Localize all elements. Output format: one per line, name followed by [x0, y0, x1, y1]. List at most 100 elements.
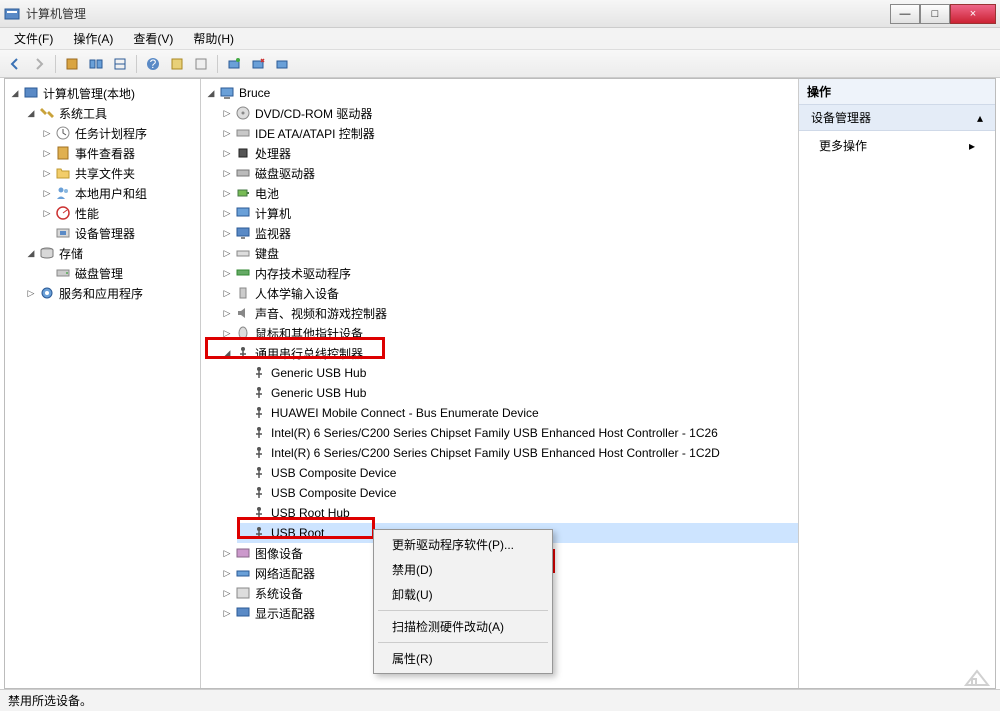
expand-icon[interactable]: ▷ — [221, 227, 233, 239]
back-button[interactable] — [4, 53, 26, 75]
device-category-disk-drives[interactable]: ▷磁盘驱动器 — [221, 163, 798, 183]
tree-shared-folders[interactable]: ▷共享文件夹 — [41, 163, 200, 183]
usb-device-item[interactable]: ▷Generic USB Hub — [237, 363, 798, 383]
toolbar-icon-7[interactable] — [271, 53, 293, 75]
device-tree[interactable]: ◢ Bruce ▷DVD/CD-ROM 驱动器▷IDE ATA/ATAPI 控制… — [201, 79, 799, 688]
device-category-hid[interactable]: ▷ 人体学输入设备 — [221, 283, 798, 303]
expand-icon[interactable]: ▷ — [41, 147, 53, 159]
expand-icon[interactable]: ▷ — [221, 327, 233, 339]
menu-view[interactable]: 查看(V) — [125, 28, 181, 49]
usb-device-item[interactable]: ▷HUAWEI Mobile Connect - Bus Enumerate D… — [237, 403, 798, 423]
ctx-update-driver[interactable]: 更新驱动程序软件(P)... — [376, 532, 550, 557]
usb-device-item[interactable]: ▷Generic USB Hub — [237, 383, 798, 403]
ctx-disable[interactable]: 禁用(D) — [376, 557, 550, 582]
tree-label: IDE ATA/ATAPI 控制器 — [255, 125, 375, 142]
tree-device-manager[interactable]: ▷设备管理器 — [41, 223, 200, 243]
expand-icon[interactable]: ▷ — [221, 147, 233, 159]
expand-icon[interactable]: ▷ — [221, 287, 233, 299]
help-button[interactable]: ? — [142, 53, 164, 75]
expand-icon[interactable]: ▷ — [221, 267, 233, 279]
ctx-properties[interactable]: 属性(R) — [376, 646, 550, 671]
usb-device-item[interactable]: ▷USB Composite Device — [237, 483, 798, 503]
ctx-scan-hardware[interactable]: 扫描检测硬件改动(A) — [376, 614, 550, 639]
expand-icon[interactable]: ▷ — [25, 287, 37, 299]
expand-icon[interactable]: ▷ — [221, 187, 233, 199]
tree-local-users[interactable]: ▷本地用户和组 — [41, 183, 200, 203]
device-root[interactable]: ◢ Bruce — [205, 83, 798, 103]
device-category-battery[interactable]: ▷电池 — [221, 183, 798, 203]
expand-icon[interactable]: ◢ — [221, 347, 233, 359]
expand-icon[interactable]: ▷ — [221, 167, 233, 179]
menu-file[interactable]: 文件(F) — [6, 28, 61, 49]
toolbar-icon-5[interactable] — [190, 53, 212, 75]
device-category-monitor[interactable]: ▷监视器 — [221, 223, 798, 243]
tree-performance[interactable]: ▷性能 — [41, 203, 200, 223]
expand-icon[interactable]: ▷ — [221, 107, 233, 119]
expand-icon[interactable]: ▷ — [221, 307, 233, 319]
device-category-computer[interactable]: ▷计算机 — [221, 203, 798, 223]
expand-icon[interactable]: ▷ — [41, 127, 53, 139]
tree-label: 人体学输入设备 — [255, 285, 339, 302]
expand-icon[interactable]: ▷ — [221, 607, 233, 619]
device-category-memory[interactable]: ▷ 内存技术驱动程序 — [221, 263, 798, 283]
chevron-right-icon: ▸ — [969, 139, 975, 153]
tree-system-tools[interactable]: ◢ 系统工具 — [25, 103, 200, 123]
tree-task-scheduler[interactable]: ▷任务计划程序 — [41, 123, 200, 143]
expand-icon[interactable]: ◢ — [25, 107, 37, 119]
collapse-icon[interactable]: ▴ — [977, 111, 983, 125]
expand-icon[interactable]: ▷ — [41, 207, 53, 219]
device-category-usb-controllers[interactable]: ◢通用串行总线控制器 — [221, 343, 798, 363]
toolbar-icon-4[interactable] — [166, 53, 188, 75]
tree-label: Generic USB Hub — [271, 366, 366, 380]
device-category-cpu[interactable]: ▷处理器 — [221, 143, 798, 163]
expand-icon[interactable]: ▷ — [221, 567, 233, 579]
expand-icon[interactable]: ▷ — [221, 587, 233, 599]
ctx-uninstall[interactable]: 卸载(U) — [376, 582, 550, 607]
device-category-dvd[interactable]: ▷DVD/CD-ROM 驱动器 — [221, 103, 798, 123]
tree-root[interactable]: ◢ 计算机管理(本地) — [9, 83, 200, 103]
svg-text:?: ? — [150, 57, 157, 71]
tree-event-viewer[interactable]: ▷事件查看器 — [41, 143, 200, 163]
tree-storage[interactable]: ◢ 存储 — [25, 243, 200, 263]
usb-device-item[interactable]: ▷Intel(R) 6 Series/C200 Series Chipset F… — [237, 443, 798, 463]
toolbar-icon-1[interactable] — [61, 53, 83, 75]
usb-device-icon — [251, 365, 267, 381]
left-navigation-tree[interactable]: ◢ 计算机管理(本地) ◢ 系统工具 ▷任务计划程序 ▷事件查看器 — [5, 79, 201, 688]
expand-icon[interactable]: ▷ — [221, 547, 233, 559]
tree-services-apps[interactable]: ▷服务和应用程序 — [25, 283, 200, 303]
expand-icon[interactable]: ◢ — [9, 87, 21, 99]
device-category-ide[interactable]: ▷ IDE ATA/ATAPI 控制器 — [221, 123, 798, 143]
toolbar-icon-6[interactable] — [247, 53, 269, 75]
more-actions[interactable]: 更多操作 ▸ — [799, 131, 995, 160]
expand-icon[interactable]: ◢ — [205, 87, 217, 99]
usb-device-item[interactable]: ▷USB Root Hub — [237, 503, 798, 523]
usb-device-item[interactable]: ▷USB Composite Device — [237, 463, 798, 483]
close-button[interactable]: × — [950, 4, 996, 24]
menu-action[interactable]: 操作(A) — [65, 28, 121, 49]
expand-icon[interactable]: ▷ — [41, 167, 53, 179]
tree-label: 内存技术驱动程序 — [255, 265, 351, 282]
expand-icon[interactable]: ▷ — [221, 207, 233, 219]
expand-icon[interactable]: ▷ — [221, 127, 233, 139]
toolbar-icon-2[interactable] — [85, 53, 107, 75]
tree-disk-management[interactable]: ▷磁盘管理 — [41, 263, 200, 283]
usb-device-item[interactable]: ▷Intel(R) 6 Series/C200 Series Chipset F… — [237, 423, 798, 443]
keyboard-icon — [235, 245, 251, 261]
device-category-mouse[interactable]: ▷鼠标和其他指针设备 — [221, 323, 798, 343]
device-manager-icon — [55, 225, 71, 241]
actions-panel: 操作 设备管理器 ▴ 更多操作 ▸ — [799, 79, 995, 688]
usb-device-icon — [251, 505, 267, 521]
tree-label: Intel(R) 6 Series/C200 Series Chipset Fa… — [271, 446, 720, 460]
device-category-sound[interactable]: ▷声音、视频和游戏控制器 — [221, 303, 798, 323]
menu-help[interactable]: 帮助(H) — [185, 28, 242, 49]
minimize-button[interactable]: — — [890, 4, 920, 24]
forward-button[interactable] — [28, 53, 50, 75]
expand-icon[interactable]: ▷ — [41, 187, 53, 199]
device-category-keyboard[interactable]: ▷键盘 — [221, 243, 798, 263]
toolbar-icon-3[interactable] — [109, 53, 131, 75]
actions-section[interactable]: 设备管理器 ▴ — [799, 105, 995, 131]
maximize-button[interactable]: □ — [920, 4, 950, 24]
expand-icon[interactable]: ▷ — [221, 247, 233, 259]
expand-icon[interactable]: ◢ — [25, 247, 37, 259]
scan-hardware-button[interactable] — [223, 53, 245, 75]
